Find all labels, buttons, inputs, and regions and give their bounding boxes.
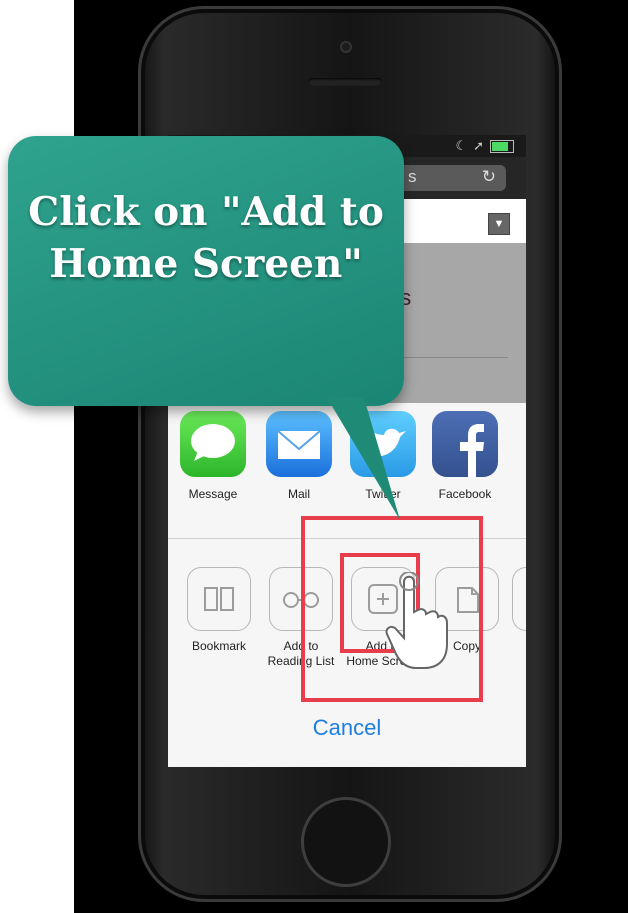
more-actions-edge <box>512 567 526 631</box>
home-button[interactable] <box>301 797 391 887</box>
instruction-callout: Click on "Add to Home Screen" <box>8 136 404 520</box>
reload-icon[interactable]: ↻ <box>482 167 496 187</box>
front-camera <box>340 41 352 53</box>
book-icon <box>187 567 251 631</box>
pointing-hand-icon <box>385 572 448 669</box>
battery-icon <box>490 139 514 153</box>
earpiece-speaker <box>308 78 382 86</box>
dropdown-arrow-icon[interactable]: ▼ <box>488 213 510 235</box>
location-arrow-icon: ➚ <box>473 138 484 153</box>
action-bookmark[interactable]: Bookmark <box>176 567 262 654</box>
callout-text: Click on "Add to Home Screen" <box>28 189 384 287</box>
action-label: Bookmark <box>191 639 247 653</box>
cancel-button[interactable]: Cancel <box>168 715 526 741</box>
